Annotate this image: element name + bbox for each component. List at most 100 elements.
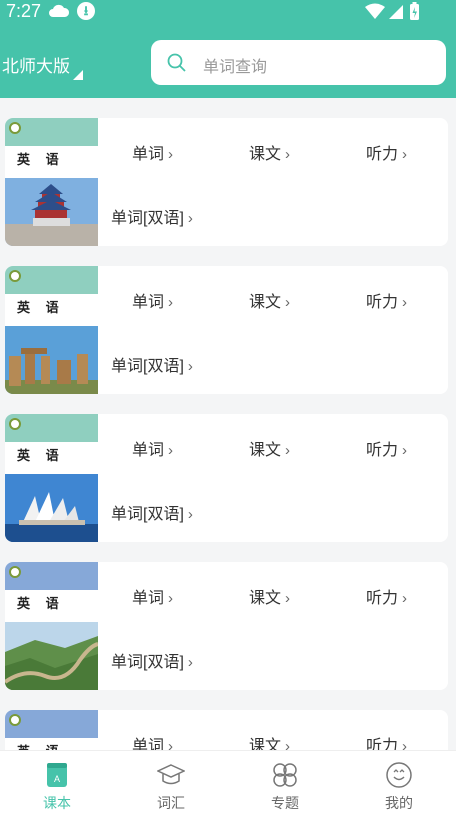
search-icon <box>167 53 187 78</box>
search-placeholder[interactable]: 单词查询 <box>203 53 267 77</box>
text-link[interactable]: 课文 › <box>249 288 290 312</box>
words-link[interactable]: 单词 › <box>132 436 173 460</box>
book-cover[interactable]: 英 语 <box>5 414 98 542</box>
bilingual-label: 单词[双语] <box>111 506 184 523</box>
tab-vocabulary[interactable]: 词汇 <box>114 751 228 818</box>
publisher-logo-icon <box>9 418 21 430</box>
textbook-card: 英 语 单词 › 课文 › 听力 › 单词[双语] › <box>5 266 448 394</box>
textbook-list[interactable]: 英 语 单词 › 课文 › 听力 › 单词[双语] › 英 语 单词 › 课文 … <box>0 98 456 750</box>
tab-label: 词汇 <box>157 795 185 811</box>
chevron-right-icon: › <box>168 738 174 750</box>
listening-label: 听力 <box>366 590 399 607</box>
chevron-right-icon: › <box>402 294 408 311</box>
chevron-right-icon: › <box>168 590 174 607</box>
status-time: 7:27 <box>6 1 42 21</box>
cover-title: 英 语 <box>17 596 65 611</box>
tab-topics[interactable]: 专题 <box>228 751 342 818</box>
publisher-logo-icon <box>9 714 21 726</box>
textbook-card: 英 语 单词 › 课文 › 听力 › 单词[双语] › <box>5 414 448 542</box>
chevron-right-icon: › <box>285 442 291 459</box>
chevron-right-icon: › <box>402 590 408 607</box>
book-cover[interactable]: 英 语 <box>5 562 98 690</box>
words-link[interactable]: 单词 › <box>132 584 173 608</box>
chevron-right-icon: › <box>285 590 291 607</box>
text-link[interactable]: 课文 › <box>249 436 290 460</box>
text-label: 课文 <box>249 294 282 311</box>
stonehenge-image <box>5 326 98 394</box>
tab-label: 专题 <box>271 795 299 811</box>
text-label: 课文 <box>249 442 282 459</box>
words-label: 单词 <box>132 294 165 311</box>
text-link[interactable]: 课文 › <box>249 140 290 164</box>
publisher-logo-icon <box>9 122 21 134</box>
edition-selector[interactable]: 北师大版 <box>2 52 70 77</box>
publisher-logo-icon <box>9 270 21 282</box>
bilingual-words-link[interactable]: 单词[双语] › <box>111 204 193 228</box>
listening-link[interactable]: 听力 › <box>366 732 407 750</box>
chevron-right-icon: › <box>168 294 174 311</box>
download-icon: ⭳ <box>77 2 95 20</box>
svg-text:A: A <box>54 774 60 784</box>
bilingual-words-link[interactable]: 单词[双语] › <box>111 352 193 376</box>
cover-title: 英 语 <box>17 448 65 463</box>
chevron-right-icon: › <box>187 506 193 523</box>
text-label: 课文 <box>249 590 282 607</box>
bilingual-label: 单词[双语] <box>111 654 184 671</box>
chevron-right-icon: › <box>285 294 291 311</box>
bottom-tab-bar: A 课本 词汇 专题 我的 <box>0 750 456 818</box>
status-bar: 7:27 ⭳ <box>0 0 456 24</box>
tab-textbook[interactable]: A 课本 <box>0 751 114 818</box>
chevron-right-icon: › <box>168 442 174 459</box>
chevron-right-icon: › <box>187 210 193 227</box>
bilingual-label: 单词[双语] <box>111 358 184 375</box>
chevron-right-icon: › <box>402 146 408 163</box>
bilingual-label: 单词[双语] <box>111 210 184 227</box>
text-link[interactable]: 课文 › <box>249 584 290 608</box>
listening-link[interactable]: 听力 › <box>366 140 407 164</box>
textbook-card: 英 语 单词 › 课文 › 听力 › 单词[双语] › <box>5 118 448 246</box>
tab-profile[interactable]: 我的 <box>342 751 456 818</box>
bilingual-words-link[interactable]: 单词[双语] › <box>111 500 193 524</box>
text-link[interactable]: 课文 › <box>249 732 290 750</box>
chevron-right-icon: › <box>402 442 408 459</box>
search-box[interactable]: 单词查询 <box>151 40 446 85</box>
listening-link[interactable]: 听力 › <box>366 584 407 608</box>
listening-label: 听力 <box>366 738 399 750</box>
textbook-card: 英 语 单词 › 课文 › 听力 › 单词[双语] › <box>5 562 448 690</box>
listening-label: 听力 <box>366 442 399 459</box>
chevron-right-icon: › <box>285 738 291 750</box>
publisher-logo-icon <box>9 566 21 578</box>
book-cover[interactable]: 英 语 <box>5 710 98 750</box>
sydney-opera-house-image <box>5 474 98 542</box>
smiley-face-icon <box>385 761 413 789</box>
book-cover[interactable]: 英 语 <box>5 118 98 246</box>
dropdown-triangle-icon[interactable] <box>73 70 83 80</box>
tab-label: 我的 <box>385 795 413 811</box>
cover-title: 英 语 <box>17 152 65 167</box>
text-label: 课文 <box>249 146 282 163</box>
words-label: 单词 <box>132 590 165 607</box>
words-link[interactable]: 单词 › <box>132 140 173 164</box>
bilingual-words-link[interactable]: 单词[双语] › <box>111 648 193 672</box>
words-label: 单词 <box>132 442 165 459</box>
words-link[interactable]: 单词 › <box>132 288 173 312</box>
text-label: 课文 <box>249 738 282 750</box>
cloud-icon <box>48 3 70 24</box>
listening-label: 听力 <box>366 294 399 311</box>
words-link[interactable]: 单词 › <box>132 732 173 750</box>
system-icons <box>365 2 425 27</box>
chevron-right-icon: › <box>285 146 291 163</box>
temple-of-heaven-image <box>5 178 98 246</box>
book-cover[interactable]: 英 语 <box>5 266 98 394</box>
chevron-right-icon: › <box>187 654 193 671</box>
tab-label: 课本 <box>43 795 71 811</box>
great-wall-image <box>5 622 98 690</box>
cover-title: 英 语 <box>17 741 65 750</box>
textbook-icon: A <box>43 761 71 789</box>
app-header: 7:27 ⭳ 北师大版 单词查询 <box>0 0 456 98</box>
chevron-right-icon: › <box>187 358 193 375</box>
listening-link[interactable]: 听力 › <box>366 436 407 460</box>
chevron-right-icon: › <box>168 146 174 163</box>
chevron-right-icon: › <box>402 738 408 750</box>
listening-link[interactable]: 听力 › <box>366 288 407 312</box>
